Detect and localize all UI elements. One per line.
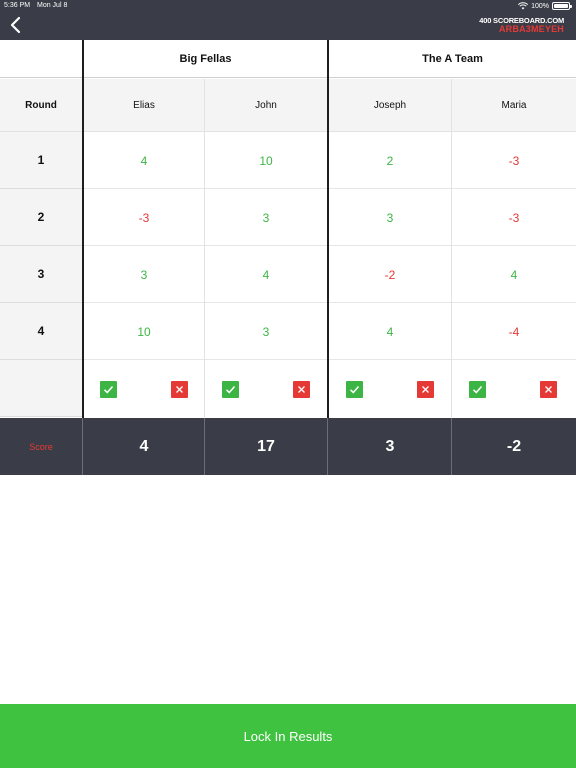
status-time: 5:36 PM xyxy=(4,2,31,9)
total-score-elias: 4 xyxy=(139,437,149,455)
table-row: 1 4 10 2 -3 xyxy=(0,132,576,189)
battery-percent: 100% xyxy=(531,2,549,10)
score-divider xyxy=(204,418,205,475)
top-bar: 5:36 PM Mon Jul 8 100% 400 SCOREBOARD.CO… xyxy=(0,0,576,40)
score-cell: 4 xyxy=(510,267,518,282)
score-cell: 10 xyxy=(137,324,151,339)
score-table: Big Fellas The A Team Round Elias John J… xyxy=(0,40,576,475)
action-row-spacer xyxy=(0,360,82,417)
round-header: Round xyxy=(25,100,57,111)
score-cell: 3 xyxy=(140,267,148,282)
player-header-elias: Elias xyxy=(133,100,155,111)
team-name-a-team: The A Team xyxy=(422,53,483,65)
score-cell: -4 xyxy=(508,324,520,339)
back-chevron-icon[interactable] xyxy=(8,16,24,34)
player-header-john: John xyxy=(255,100,277,111)
score-cell: -3 xyxy=(508,153,520,168)
score-cell: 3 xyxy=(386,210,394,225)
total-score-joseph: 3 xyxy=(385,437,395,455)
round-number: 2 xyxy=(0,189,82,246)
check-icon xyxy=(225,386,236,394)
score-divider xyxy=(327,418,328,475)
battery-icon xyxy=(552,2,572,10)
table-row: 3 3 4 -2 4 xyxy=(0,246,576,303)
close-icon xyxy=(298,386,305,393)
reject-button-john[interactable] xyxy=(293,381,310,398)
total-score-john: 17 xyxy=(257,437,275,455)
score-cell: -2 xyxy=(384,267,396,282)
action-row xyxy=(0,360,576,417)
team-row: Big Fellas The A Team xyxy=(0,40,576,78)
score-divider xyxy=(82,418,83,475)
round-number: 3 xyxy=(0,246,82,303)
player-header-maria: Maria xyxy=(501,100,527,111)
score-cell: 10 xyxy=(259,153,273,168)
close-icon xyxy=(422,386,429,393)
check-icon xyxy=(349,386,360,394)
round-column-divider xyxy=(82,40,84,418)
player-header-joseph: Joseph xyxy=(373,100,407,111)
reject-button-maria[interactable] xyxy=(540,381,557,398)
close-icon xyxy=(545,386,552,393)
approve-button-maria[interactable] xyxy=(469,381,486,398)
score-divider xyxy=(451,418,452,475)
column-divider xyxy=(451,79,452,418)
score-cell: 3 xyxy=(262,210,270,225)
approve-button-joseph[interactable] xyxy=(346,381,363,398)
player-header-row: Round Elias John Joseph Maria xyxy=(0,79,576,132)
round-number: 1 xyxy=(0,132,82,189)
round-number: 4 xyxy=(0,303,82,360)
status-date: Mon Jul 8 xyxy=(37,2,68,9)
team-divider xyxy=(327,40,329,418)
wifi-icon xyxy=(518,2,529,10)
score-cell: -3 xyxy=(508,210,520,225)
total-score-maria: -2 xyxy=(506,437,522,455)
column-divider xyxy=(204,79,205,418)
score-cell: 4 xyxy=(386,324,394,339)
reject-button-elias[interactable] xyxy=(171,381,188,398)
status-right: 100% xyxy=(518,1,572,11)
check-icon xyxy=(103,386,114,394)
total-score-row: Score 4 17 3 -2 xyxy=(0,418,576,475)
table-row: 4 10 3 4 -4 xyxy=(0,303,576,360)
score-cell: -3 xyxy=(138,210,150,225)
check-icon xyxy=(472,386,483,394)
approve-button-elias[interactable] xyxy=(100,381,117,398)
close-icon xyxy=(176,386,183,393)
team-name-big-fellas: Big Fellas xyxy=(179,53,232,65)
score-cell: 4 xyxy=(262,267,270,282)
approve-button-john[interactable] xyxy=(222,381,239,398)
brand-line2: ARBA3MEYEH xyxy=(498,24,564,34)
table-row: 2 -3 3 3 -3 xyxy=(0,189,576,246)
reject-button-joseph[interactable] xyxy=(417,381,434,398)
score-cell: 3 xyxy=(262,324,270,339)
score-cell: 4 xyxy=(140,153,148,168)
lock-in-results-button[interactable]: Lock In Results xyxy=(0,704,576,768)
score-label: Score xyxy=(29,441,53,452)
score-cell: 2 xyxy=(386,153,394,168)
brand-logo: 400 SCOREBOARD.COM ARBA3MEYEH xyxy=(479,17,564,34)
